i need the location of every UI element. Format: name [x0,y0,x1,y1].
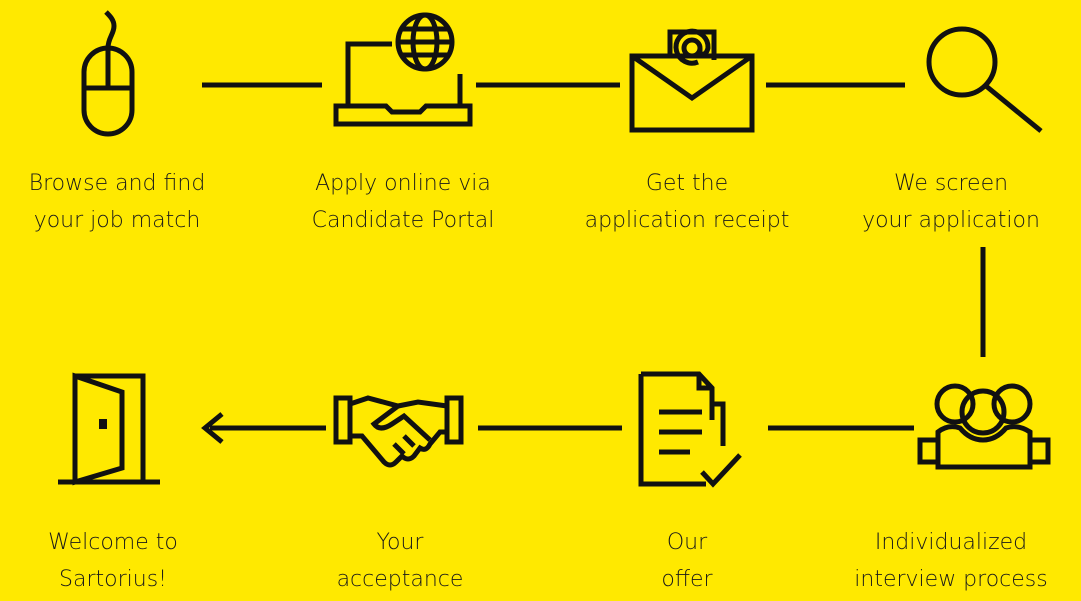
step-label-line: your application [862,208,1040,233]
step-label-receipt: Get the application receipt [557,165,817,239]
step-label-offer: Our offer [557,524,817,598]
step-label-acceptance: Your acceptance [270,524,530,598]
handshake-icon [333,395,464,468]
step-label-line: offer [661,567,713,592]
step-label-screen: We screen your application [821,165,1081,239]
open-door-icon [58,372,160,486]
magnifier-search-icon [926,26,1043,133]
step-label-line: acceptance [336,567,464,592]
step-label-line: application receipt [584,208,790,233]
step-label-line: Our [666,530,708,555]
step-label-browse: Browse and find your job match [0,165,247,239]
step-label-line: Apply online via [315,171,491,196]
laptop-globe-icon [333,12,473,127]
step-label-line: Your [376,530,424,555]
step-label-line: Browse and find [28,171,206,196]
step-label-welcome: Welcome to Sartorius! [0,524,243,598]
step-label-line: Sartorius! [59,567,167,592]
step-label-apply: Apply online via Candidate Portal [273,165,533,239]
step-label-line: your job match [33,208,201,233]
step-label-line: Individualized [874,530,1028,555]
people-group-icon [917,383,1051,470]
step-label-line: We screen [893,171,1009,196]
step-label-line: Candidate Portal [311,208,495,233]
email-envelope-icon [629,28,755,133]
step-label-interview: Individualized interview process [821,524,1081,598]
recruitment-process-diagram: Browse and find your job match Apply onl… [0,0,1081,597]
document-check-icon [638,371,742,488]
computer-mouse-icon [81,10,135,137]
process-flow-canvas [58,10,1051,488]
step-label-line: Get the [645,171,729,196]
step-label-line: interview process [854,567,1048,592]
step-label-line: Welcome to [48,530,178,555]
